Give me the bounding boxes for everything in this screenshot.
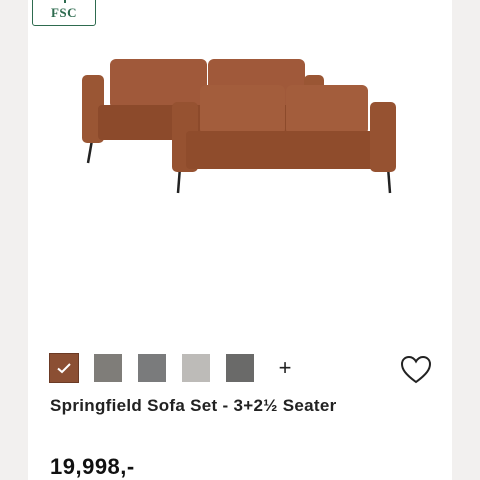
fsc-badge: FSC — [32, 0, 96, 26]
swatch-grey[interactable] — [94, 354, 122, 382]
swatch-light-grey[interactable] — [182, 354, 210, 382]
more-colors-button[interactable]: + — [273, 354, 297, 382]
fsc-label: FSC — [50, 5, 78, 20]
swatch-cognac[interactable] — [49, 353, 79, 383]
fsc-tree-icon — [64, 0, 66, 3]
product-price: 19,998,- — [50, 454, 135, 479]
product-title[interactable]: Springfield Sofa Set - 3+2½ Seater — [50, 396, 337, 416]
product-image[interactable] — [70, 45, 410, 205]
swatch-charcoal[interactable] — [226, 354, 254, 382]
swatch-dark-grey[interactable] — [138, 354, 166, 382]
check-icon — [57, 363, 71, 374]
sofa-front — [172, 85, 396, 194]
heart-icon[interactable] — [399, 354, 433, 386]
